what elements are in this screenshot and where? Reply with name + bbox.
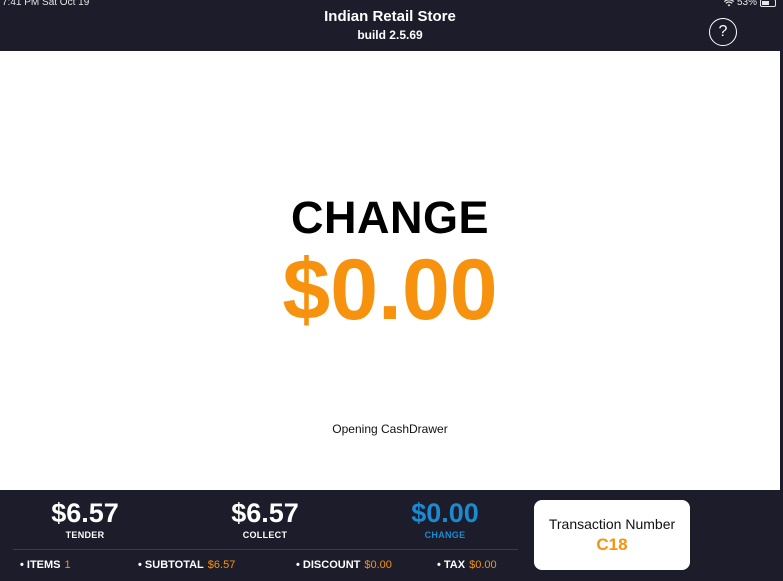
collect-amount: $6.57 — [231, 498, 299, 528]
cash-drawer-status: Opening CashDrawer — [332, 422, 448, 436]
status-time: 7:41 PM Sat Oct 19 — [2, 0, 90, 8]
battery-icon — [760, 0, 776, 7]
summary-tax: • TAX $0.00 — [437, 559, 497, 571]
discount-label: • DISCOUNT — [296, 559, 361, 571]
app-title: Indian Retail Store — [324, 8, 456, 25]
discount-value: $0.00 — [364, 559, 392, 571]
help-button[interactable]: ? — [709, 18, 737, 46]
change-panel: CHANGE $0.00 Opening CashDrawer — [0, 51, 780, 490]
summary-items: • ITEMS 1 — [20, 559, 71, 571]
tender-block: $6.57 TENDER — [25, 496, 145, 540]
app-header: 7:41 PM Sat Oct 19 53% Indian Retail Sto… — [0, 0, 780, 51]
subtotal-value: $6.57 — [207, 559, 236, 571]
summary-discount: • DISCOUNT $0.00 — [296, 559, 392, 571]
tax-value: $0.00 — [469, 559, 497, 571]
summary-subtotal: • SUBTOTAL $6.57 — [138, 559, 235, 571]
tender-label: TENDER — [65, 530, 105, 540]
tax-label: • TAX — [437, 559, 466, 571]
build-version: build 2.5.69 — [357, 28, 423, 42]
items-value: 1 — [64, 559, 71, 571]
wifi-icon — [723, 0, 734, 6]
change-block: $0.00 CHANGE — [385, 496, 505, 540]
transaction-number-label: Transaction Number — [548, 516, 676, 532]
change-amount: $0.00 — [282, 242, 498, 338]
transaction-footer: $6.57 TENDER $6.57 COLLECT $0.00 CHANGE … — [0, 490, 780, 581]
items-label: • ITEMS — [20, 559, 61, 571]
footer-change-label: CHANGE — [424, 530, 466, 540]
collect-block: $6.57 COLLECT — [205, 496, 325, 540]
tender-amount: $6.57 — [51, 498, 119, 528]
collect-label: COLLECT — [242, 530, 288, 540]
footer-change-amount: $0.00 — [411, 498, 479, 528]
transaction-number-card: Transaction Number C18 — [534, 500, 690, 570]
status-indicators: 53% — [723, 0, 776, 8]
battery-percent: 53% — [736, 0, 757, 8]
change-heading: CHANGE — [290, 192, 489, 243]
subtotal-label: • SUBTOTAL — [138, 559, 204, 571]
footer-divider — [13, 549, 518, 550]
transaction-number-value: C18 — [596, 535, 628, 554]
help-icon: ? — [718, 23, 728, 40]
